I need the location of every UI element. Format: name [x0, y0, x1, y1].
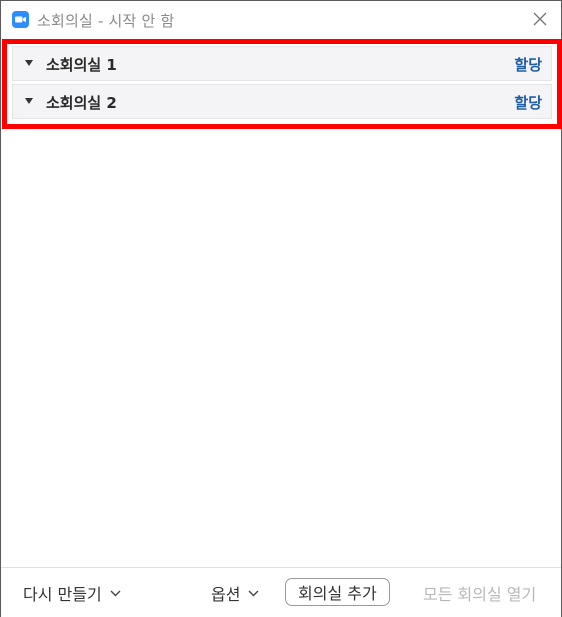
title-bar: 소회의실 - 시작 안 함 — [1, 1, 561, 38]
add-room-button[interactable]: 회의실 추가 — [285, 578, 390, 606]
chevron-down-icon — [248, 590, 259, 596]
options-dropdown[interactable]: 옵션 — [211, 581, 259, 605]
zoom-camera-icon — [12, 11, 29, 28]
recreate-label: 다시 만들기 — [23, 585, 102, 604]
assign-link[interactable]: 할당 — [514, 54, 542, 75]
breakout-rooms-window: 소회의실 - 시작 안 함 소회의실 1 할당 소회의실 2 할당 다시 만들기 — [0, 0, 562, 617]
room-name: 소회의실 1 — [46, 56, 117, 74]
chevron-down-icon — [110, 590, 121, 596]
breakout-room-list: 소회의실 1 할당 소회의실 2 할당 — [2, 39, 562, 129]
close-button[interactable] — [527, 6, 553, 32]
close-icon — [533, 12, 547, 26]
footer-toolbar: 다시 만들기 옵션 회의실 추가 모든 회의실 열기 — [1, 567, 561, 617]
caret-down-icon[interactable] — [25, 60, 33, 66]
recreate-dropdown[interactable]: 다시 만들기 — [23, 581, 121, 605]
options-label: 옵션 — [211, 585, 241, 604]
assign-link[interactable]: 할당 — [514, 92, 542, 113]
window-title: 소회의실 - 시작 안 함 — [37, 12, 175, 30]
breakout-room-row[interactable]: 소회의실 1 할당 — [12, 46, 552, 81]
open-all-rooms-button[interactable]: 모든 회의실 열기 — [423, 581, 536, 605]
room-name: 소회의실 2 — [46, 94, 117, 112]
breakout-room-row[interactable]: 소회의실 2 할당 — [12, 84, 552, 119]
caret-down-icon[interactable] — [25, 98, 33, 104]
